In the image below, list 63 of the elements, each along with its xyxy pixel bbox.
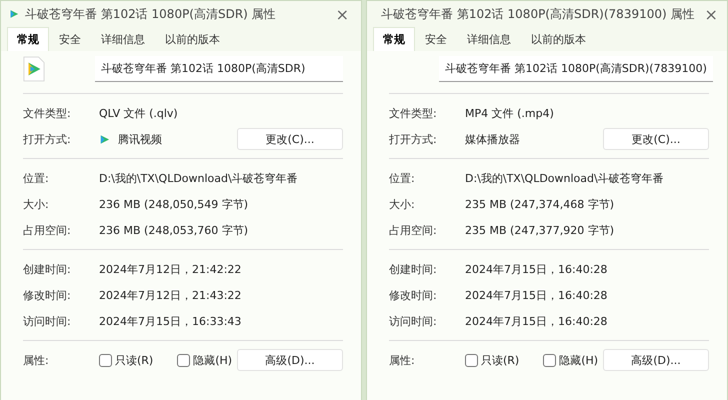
tab[interactable]: 常规 (7, 27, 49, 51)
field-label: 大小: (389, 196, 416, 212)
tab[interactable]: 详细信息 (91, 27, 155, 51)
app-name: 媒体播放器 (465, 132, 520, 146)
checkbox-label: 隐藏(H) (559, 352, 598, 368)
field-value: 2024年7月12日，21:43:22 (99, 288, 242, 302)
field-label: 创建时间: (389, 262, 438, 276)
close-button[interactable]: × (700, 4, 722, 24)
video-file-icon (23, 56, 45, 82)
tab[interactable]: 安全 (415, 27, 457, 51)
field-label: 占用空间: (389, 222, 438, 238)
field-label: 访问时间: (389, 314, 438, 328)
field-label: 访问时间: (23, 314, 72, 328)
checkbox-label: 只读(R) (115, 352, 154, 368)
field-value: QLV 文件 (.qlv) (99, 106, 178, 120)
field-label: 占用空间: (23, 222, 72, 238)
tab[interactable]: 以前的版本 (521, 27, 596, 51)
checkbox-label: 隐藏(H) (193, 352, 232, 368)
advanced-button[interactable]: 高级(D)... (237, 349, 343, 371)
field-label: 大小: (23, 196, 50, 212)
play-logo-icon (9, 9, 19, 19)
play-logo-icon (99, 134, 110, 144)
field-label: 打开方式: (389, 132, 438, 146)
field-value: MP4 文件 (.mp4) (465, 106, 554, 120)
field-label: 位置: (23, 170, 50, 186)
checkbox[interactable] (177, 354, 190, 366)
file-name-field[interactable]: 斗破苍穹年番 第102话 1080P(高清SDR)(7839100) (439, 56, 713, 82)
field-label: 属性: (23, 352, 50, 368)
field-label: 属性: (389, 352, 416, 368)
close-button[interactable]: × (332, 4, 353, 24)
checkbox[interactable] (99, 354, 112, 366)
field-value: 235 MB (247,377,920 字节) (465, 222, 614, 238)
field-value: 2024年7月15日，16:40:28 (465, 288, 608, 302)
change-button[interactable]: 更改(C)... (603, 128, 709, 150)
field-value: 2024年7月12日，21:42:22 (99, 262, 242, 276)
change-button[interactable]: 更改(C)... (237, 128, 343, 150)
checkbox-label: 只读(R) (481, 352, 520, 368)
field-label: 文件类型: (389, 106, 438, 120)
tab[interactable]: 常规 (373, 27, 415, 51)
field-label: 位置: (389, 170, 416, 186)
advanced-button[interactable]: 高级(D)... (603, 349, 709, 371)
field-label: 打开方式: (23, 132, 72, 146)
field-value: 236 MB (248,050,549 字节) (99, 196, 248, 212)
field-value: 236 MB (248,053,760 字节) (99, 222, 248, 238)
field-value: D:\我的\TX\QLDownload\斗破苍穹年番 (465, 170, 664, 186)
field-label: 修改时间: (23, 288, 72, 302)
tab[interactable]: 安全 (49, 27, 91, 51)
tab[interactable]: 详细信息 (457, 27, 521, 51)
field-value: 2024年7月15日，16:33:43 (99, 314, 242, 328)
field-value: 235 MB (247,374,468 字节) (465, 196, 614, 212)
window-title: 斗破苍穹年番 第102话 1080P(高清SDR) 属性 (25, 6, 277, 22)
field-value: D:\我的\TX\QLDownload\斗破苍穹年番 (99, 170, 298, 186)
field-label: 文件类型: (23, 106, 72, 120)
field-label: 创建时间: (23, 262, 72, 276)
field-label: 修改时间: (389, 288, 438, 302)
checkbox[interactable] (465, 354, 478, 366)
checkbox[interactable] (543, 354, 556, 366)
file-name-field[interactable]: 斗破苍穹年番 第102话 1080P(高清SDR) (95, 56, 343, 82)
app-name: 腾讯视频 (118, 132, 162, 146)
field-value: 2024年7月15日，16:40:28 (465, 314, 608, 328)
tab[interactable]: 以前的版本 (155, 27, 230, 51)
window-title: 斗破苍穹年番 第102话 1080P(高清SDR)(7839100) 属性 (381, 6, 694, 22)
field-value: 2024年7月15日，16:40:28 (465, 262, 608, 276)
